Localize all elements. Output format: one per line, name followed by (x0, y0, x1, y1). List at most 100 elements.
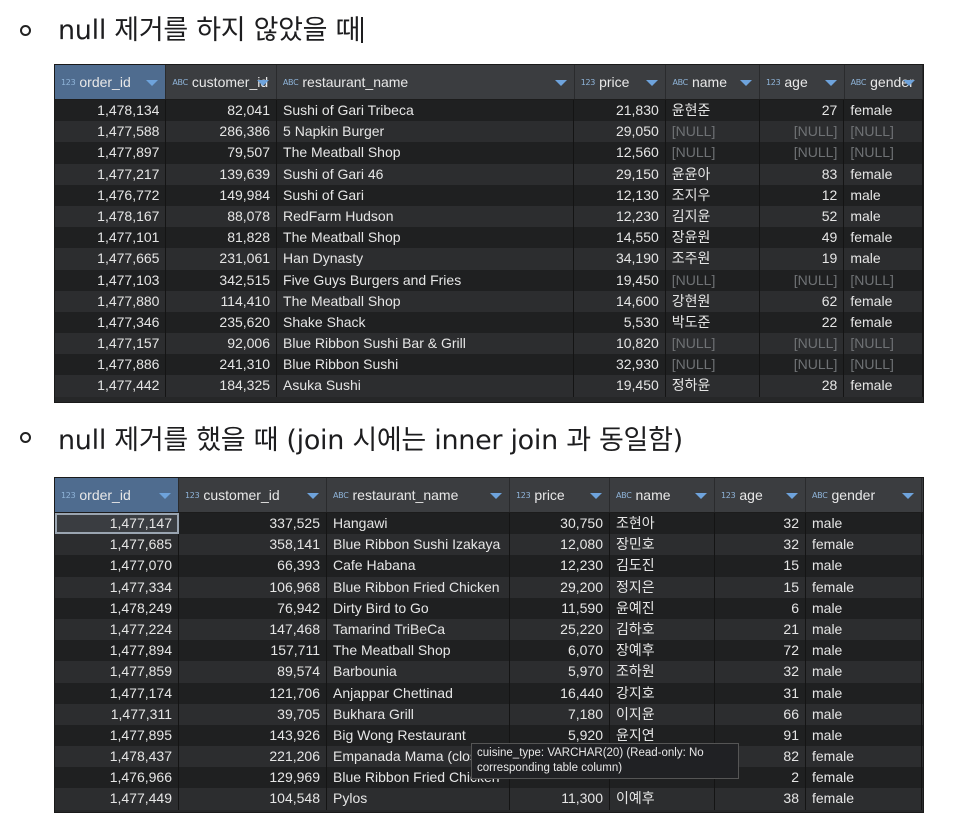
cell-price[interactable]: 11,590 (510, 597, 610, 619)
cell-price[interactable]: 14,600 (574, 290, 666, 312)
cell-gender[interactable]: female (844, 227, 923, 249)
cell-restaurant-name[interactable]: Asuka Sushi (277, 375, 574, 397)
cell-gender[interactable]: female (844, 100, 923, 122)
table-row[interactable]: 1,477,880 114,410 The Meatball Shop 14,600 강… (55, 290, 923, 312)
cell-customer-id[interactable]: 81,828 (166, 227, 278, 249)
heading-text-1[interactable]: null 제거를 하지 않았을 때 (58, 8, 364, 47)
cell-order-id[interactable]: 1,477,070 (55, 555, 179, 577)
table-row[interactable]: 1,477,897 79,507 The Meatball Shop 12,560 [N… (55, 142, 923, 164)
table-row[interactable]: 1,477,859 89,574 Barbounia 5,970 조하원 32 male (55, 661, 923, 683)
cell-name[interactable]: 정지은 (610, 576, 715, 598)
cell-customer-id[interactable]: 231,061 (166, 248, 278, 270)
cell-gender[interactable]: male (806, 618, 922, 641)
cell-customer-id[interactable]: 89,574 (179, 661, 327, 683)
cell-age[interactable]: 27 (760, 100, 845, 122)
cell-age[interactable]: 32 (715, 661, 806, 683)
cell-restaurant-name[interactable]: Blue Ribbon Sushi (277, 354, 574, 376)
cell-age[interactable]: 21 (715, 618, 806, 641)
cell-order-id[interactable]: 1,477,665 (55, 248, 167, 270)
cell-price[interactable]: 12,230 (510, 555, 610, 577)
cell-name[interactable]: 조주원 (666, 248, 760, 270)
table-row[interactable]: 1,477,217 139,639 Sushi of Gari 46 29,150 윤윤… (55, 163, 923, 185)
table-row[interactable]: 1,477,334 106,968 Blue Ribbon Fried Chicke… (55, 576, 923, 598)
cell-restaurant-name[interactable]: Bukhara Grill (327, 703, 510, 725)
cell-customer-id[interactable]: 104,548 (179, 788, 327, 810)
cell-gender[interactable]: male (844, 184, 923, 206)
cell-customer-id[interactable]: 143,926 (179, 724, 327, 747)
column-header-price[interactable]: 123 price (575, 65, 667, 99)
table-row[interactable]: 1,477,224 147,468 Tamarind TriBeCa 25,220 김하… (55, 618, 923, 641)
cell-price[interactable]: 6,070 (510, 640, 610, 662)
cell-price[interactable]: 16,440 (510, 682, 610, 704)
cell-gender[interactable]: male (806, 661, 922, 683)
cell-order-id[interactable]: 1,477,311 (55, 703, 179, 725)
cell-customer-id[interactable]: 342,515 (166, 269, 278, 291)
cell-age[interactable]: [NULL] (760, 121, 845, 143)
cell-order-id[interactable]: 1,477,897 (55, 142, 167, 164)
cell-age[interactable]: 52 (760, 205, 845, 228)
cell-restaurant-name[interactable]: The Meatball Shop (277, 227, 574, 249)
cell-gender[interactable]: female (806, 576, 922, 598)
sort-filter-dropdown-icon[interactable] (307, 493, 319, 499)
cell-customer-id[interactable]: 39,705 (179, 703, 327, 725)
cell-order-id[interactable]: 1,478,134 (55, 100, 167, 122)
cell-order-id[interactable]: 1,477,685 (55, 534, 179, 556)
cell-customer-id[interactable]: 147,468 (179, 618, 327, 641)
cell-gender[interactable]: male (806, 703, 922, 725)
table-row[interactable]: 1,477,886 241,310 Blue Ribbon Sushi 32,930[… (55, 354, 923, 376)
cell-age[interactable]: 38 (715, 788, 806, 810)
sort-filter-dropdown-icon[interactable] (159, 493, 171, 499)
cell-gender[interactable]: [NULL] (844, 354, 923, 376)
cell-order-id[interactable]: 1,477,886 (55, 354, 167, 376)
cell-gender[interactable]: female (844, 290, 923, 312)
cell-customer-id[interactable]: 149,984 (166, 184, 278, 206)
cell-gender[interactable]: male (844, 248, 923, 270)
cell-gender[interactable]: female (806, 746, 922, 768)
cell-restaurant-name[interactable]: Hangawi (327, 513, 510, 535)
cell-customer-id[interactable]: 121,706 (179, 682, 327, 704)
column-header-gender[interactable]: ABC gender (806, 478, 922, 512)
table-row[interactable]: 1,477,101 81,828 The Meatball Shop 14,550 장윤… (55, 227, 923, 249)
cell-order-id[interactable]: 1,478,437 (55, 746, 179, 768)
table-row[interactable]: 1,477,147 337,525 Hangawi 30,750 조현아 32 male (55, 513, 923, 535)
cell-order-id[interactable]: 1,477,101 (55, 227, 167, 249)
cell-gender[interactable]: male (844, 205, 923, 228)
cell-price[interactable]: 7,180 (510, 703, 610, 725)
cell-name[interactable]: 강지호 (610, 682, 715, 704)
table-row[interactable]: 1,478,167 88,078 RedFarm Hudson 12,230 김지윤 52… (55, 205, 923, 228)
cell-gender[interactable]: female (806, 767, 922, 789)
cell-age[interactable]: 28 (760, 375, 845, 397)
cell-order-id[interactable]: 1,477,894 (55, 640, 179, 662)
table-row[interactable]: 1,477,442 184,325 Asuka Sushi 19,450 정하윤 28 fe… (55, 375, 923, 397)
cell-gender[interactable]: [NULL] (844, 333, 923, 355)
cell-order-id[interactable]: 1,476,772 (55, 184, 167, 206)
cell-age[interactable]: 22 (760, 311, 845, 334)
cell-price[interactable]: 34,190 (574, 248, 666, 270)
cell-name[interactable]: 윤현준 (666, 100, 760, 122)
column-header-price[interactable]: 123 price (510, 478, 610, 512)
sort-filter-dropdown-icon[interactable] (646, 80, 659, 86)
cell-order-id[interactable]: 1,477,895 (55, 724, 179, 747)
table-row[interactable]: 1,477,894 157,711 The Meatball Shop 6,070 장예… (55, 640, 923, 662)
cell-age[interactable]: [NULL] (760, 333, 845, 355)
cell-age[interactable]: 31 (715, 682, 806, 704)
cell-name[interactable]: 윤윤아 (666, 163, 760, 185)
cell-gender[interactable]: male (806, 513, 922, 535)
cell-restaurant-name[interactable]: Dirty Bird to Go (327, 597, 510, 619)
table-row[interactable]: 1,477,070 66,393 Cafe Habana 12,230 김도진 15 mal… (55, 555, 923, 577)
cell-name[interactable]: 장민호 (610, 534, 715, 556)
cell-name[interactable]: [NULL] (666, 269, 760, 291)
cell-order-id[interactable]: 1,477,334 (55, 576, 179, 598)
cell-price[interactable]: 29,050 (574, 121, 666, 143)
cell-price[interactable]: 11,300 (510, 788, 610, 810)
cell-age[interactable]: [NULL] (760, 269, 845, 291)
table-row[interactable]: 1,478,249 76,942 Dirty Bird to Go 11,590 윤예진… (55, 597, 923, 619)
cell-restaurant-name[interactable]: Tamarind TriBeCa (327, 618, 510, 641)
cell-price[interactable]: 10,820 (574, 333, 666, 355)
cell-name[interactable]: 장예후 (610, 640, 715, 662)
cell-gender[interactable]: male (806, 682, 922, 704)
cell-restaurant-name[interactable]: Shake Shack (277, 311, 574, 334)
table-row[interactable]: 1,478,134 82,041 Sushi of Gari Tribeca 21,8… (55, 100, 923, 122)
cell-name[interactable]: 조지우 (666, 184, 760, 206)
cell-order-id[interactable]: 1,477,859 (55, 661, 179, 683)
